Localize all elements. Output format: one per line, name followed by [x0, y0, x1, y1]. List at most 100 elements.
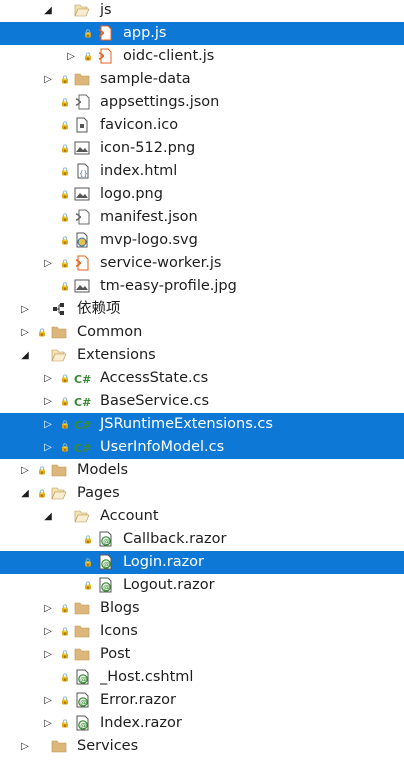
tree-item[interactable]: ▷ 🔒 Icons: [0, 620, 404, 643]
tree-item[interactable]: 🔒 @ Login.razor: [0, 551, 404, 574]
tree-item[interactable]: ▷ 依赖项: [0, 298, 404, 321]
expand-arrow-icon[interactable]: ▷: [20, 735, 30, 758]
tree-item[interactable]: 🔒 @ Logout.razor: [0, 574, 404, 597]
tree-item-label: service-worker.js: [100, 255, 222, 271]
expand-arrow-icon[interactable]: ▷: [43, 620, 53, 643]
lock-icon: 🔒: [60, 213, 70, 222]
tree-item[interactable]: ◢ Account: [0, 505, 404, 528]
expand-arrow-icon[interactable]: ▷: [66, 45, 76, 68]
svg-file-icon: [76, 232, 88, 248]
razor-file-icon: @: [76, 692, 89, 708]
tree-item[interactable]: ▷ 🔒 Models: [0, 459, 404, 482]
tree-item[interactable]: ▷ 🔒 C# UserInfoModel.cs: [0, 436, 404, 459]
lock-icon: 🔒: [60, 627, 70, 636]
expand-arrow-icon[interactable]: ▷: [43, 436, 53, 459]
svg-text:@: @: [103, 538, 110, 546]
lock-icon: 🔒: [83, 535, 93, 544]
lock-icon: 🔒: [60, 719, 70, 728]
expand-arrow-icon[interactable]: ▷: [43, 413, 53, 436]
expand-arrow-icon[interactable]: ▷: [43, 643, 53, 666]
tree-item[interactable]: 🔒 favicon.ico: [0, 114, 404, 137]
tree-item[interactable]: 🔒 appsettings.json: [0, 91, 404, 114]
html-file-icon: {}: [77, 163, 89, 179]
folder-icon: [74, 625, 90, 638]
tree-item-label: UserInfoModel.cs: [100, 439, 225, 455]
lock-icon: 🔒: [60, 190, 70, 199]
tree-item[interactable]: 🔒 manifest.json: [0, 206, 404, 229]
tree-item[interactable]: 🔒 icon-512.png: [0, 137, 404, 160]
tree-item[interactable]: ◢ js: [0, 0, 404, 22]
lock-icon: 🔒: [37, 466, 47, 475]
lock-icon: 🔒: [60, 420, 70, 429]
folder-icon: [51, 326, 67, 339]
lock-icon: 🔒: [60, 236, 70, 245]
razor-file-icon: @: [99, 554, 112, 570]
folder-open-icon: [51, 349, 67, 362]
lock-icon: 🔒: [60, 443, 70, 452]
tree-item-label: Logout.razor: [123, 577, 215, 593]
tree-item[interactable]: ▷ 🔒 Post: [0, 643, 404, 666]
tree-item[interactable]: ▷ Services: [0, 735, 404, 758]
tree-item[interactable]: ▷ 🔒 C# JSRuntimeExtensions.cs: [0, 413, 404, 436]
tree-item[interactable]: 🔒 @ Callback.razor: [0, 528, 404, 551]
tree-item-label: Models: [77, 462, 129, 478]
json-file-icon: [75, 209, 90, 225]
expand-arrow-icon[interactable]: ▷: [20, 459, 30, 482]
tree-item-label: 依赖项: [77, 301, 121, 317]
tree-item-label: Login.razor: [123, 554, 205, 570]
dependencies-icon: [53, 303, 64, 315]
solution-explorer-tree: ◢ js 🔒 app.js ▷ 🔒 oidc-client.js ▷ 🔒 sample-data 🔒…: [0, 0, 404, 763]
tree-item[interactable]: 🔒 app.js: [0, 22, 404, 45]
tree-item-label: icon-512.png: [100, 140, 196, 156]
tree-item-label: logo.png: [100, 186, 163, 202]
expand-arrow-icon[interactable]: ▷: [20, 321, 30, 344]
tree-item-label: Error.razor: [100, 692, 176, 708]
tree-item[interactable]: 🔒 {} index.html: [0, 160, 404, 183]
svg-text:C#: C#: [74, 442, 91, 455]
tree-item[interactable]: 🔒 tm-easy-profile.jpg: [0, 275, 404, 298]
cshtml-file-icon: @: [76, 669, 89, 685]
expand-arrow-icon[interactable]: ▷: [43, 597, 53, 620]
collapse-arrow-icon[interactable]: ◢: [20, 344, 30, 367]
collapse-arrow-icon[interactable]: ◢: [43, 505, 53, 528]
tree-item[interactable]: ▷ 🔒 @ Error.razor: [0, 689, 404, 712]
tree-item[interactable]: ▷ 🔒 sample-data: [0, 68, 404, 91]
tree-item[interactable]: 🔒 logo.png: [0, 183, 404, 206]
lock-icon: 🔒: [83, 29, 93, 38]
tree-item[interactable]: ▷ 🔒 C# BaseService.cs: [0, 390, 404, 413]
tree-item[interactable]: 🔒 @ _Host.cshtml: [0, 666, 404, 689]
js-file-icon: [75, 255, 89, 271]
expand-arrow-icon[interactable]: ▷: [43, 68, 53, 91]
tree-item[interactable]: ▷ 🔒 Common: [0, 321, 404, 344]
svg-text:@: @: [103, 561, 110, 569]
tree-item[interactable]: ◢ Extensions: [0, 344, 404, 367]
expand-arrow-icon[interactable]: ▷: [43, 390, 53, 413]
collapse-arrow-icon[interactable]: ◢: [20, 482, 30, 505]
tree-item-label: Account: [100, 508, 159, 524]
tree-item[interactable]: ▷ 🔒 service-worker.js: [0, 252, 404, 275]
tree-item[interactable]: 🔒 mvp-logo.svg: [0, 229, 404, 252]
expand-arrow-icon[interactable]: ▷: [43, 367, 53, 390]
tree-item[interactable]: ▷ 🔒 Blogs: [0, 597, 404, 620]
expand-arrow-icon[interactable]: ▷: [43, 252, 53, 275]
tree-item[interactable]: ▷ 🔒 oidc-client.js: [0, 45, 404, 68]
lock-icon: 🔒: [60, 604, 70, 613]
tree-item[interactable]: ◢ 🔒 Pages: [0, 482, 404, 505]
tree-item[interactable]: ▷ 🔒 @ Index.razor: [0, 712, 404, 735]
js-file-icon: [98, 48, 112, 64]
razor-file-icon: @: [99, 531, 112, 547]
expand-arrow-icon[interactable]: ▷: [20, 298, 30, 321]
tree-item-label: index.html: [100, 163, 178, 179]
folder-icon: [51, 464, 67, 477]
tree-item-label: sample-data: [100, 71, 191, 87]
collapse-arrow-icon[interactable]: ◢: [43, 0, 53, 22]
csharp-file-icon: C#: [74, 396, 91, 409]
tree-item-label: Icons: [100, 623, 138, 639]
tree-item[interactable]: ▷ 🔒 C# AccessState.cs: [0, 367, 404, 390]
lock-icon: 🔒: [60, 121, 70, 130]
json-file-icon: [75, 94, 90, 110]
expand-arrow-icon[interactable]: ▷: [43, 689, 53, 712]
folder-icon: [74, 602, 90, 615]
tree-item-label: manifest.json: [100, 209, 198, 225]
expand-arrow-icon[interactable]: ▷: [43, 712, 53, 735]
